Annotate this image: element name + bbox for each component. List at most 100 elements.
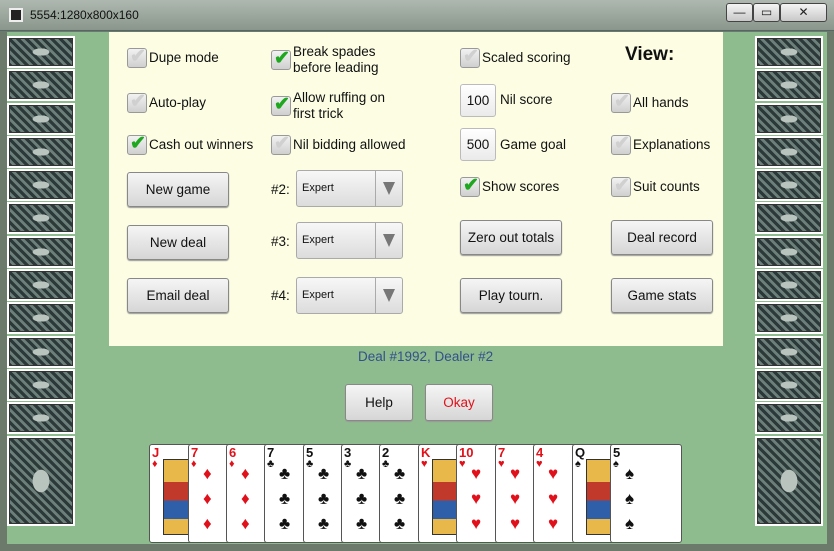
card-suit: ♦ (229, 458, 235, 470)
player-2-level: Expert (302, 182, 334, 194)
suit-pip-icon: ♣ (356, 489, 368, 508)
allow-ruffing-label-2: first trick (293, 106, 344, 121)
suit-pip-icon: ♣ (318, 489, 330, 508)
card-back (7, 36, 75, 68)
card-suit: ♣ (306, 458, 314, 470)
game-goal-label: Game goal (500, 137, 567, 152)
card-suit: ♥ (459, 458, 466, 470)
zero-out-totals-button[interactable]: Zero out totals (460, 220, 562, 255)
card-suit: ♣ (344, 458, 352, 470)
playing-card[interactable]: 5 ♠ ♠ ♠ ♠ (610, 444, 682, 543)
cash-out-checkbox[interactable]: ✔ Cash out winners (127, 133, 254, 155)
window-titlebar: 5554:1280x800x160 — ▭ ✕ (0, 0, 834, 31)
checkbox-icon: ✔ (460, 46, 480, 68)
player-hand: J ♦ 7 ♦ ♦ ♦ ♦ 6 ♦ ♦ ♦ ♦ 7 ♣ ♣ ♣ ♣ 5 ♣ ♣ ♣ ♣ 3 ♣ ♣ ♣ ♣ 2 ♣ ♣ ♣ ♣ K ♥ 10 ♥ ♥ ♥ ♥… (149, 444, 685, 543)
suit-pip-icon: ♦ (203, 489, 212, 508)
view-heading: View: (625, 44, 675, 65)
explanations-checkbox[interactable]: ✔ Explanations (611, 133, 710, 155)
card-suit: ♠ (575, 458, 581, 470)
suit-pip-icon: ♣ (318, 464, 330, 483)
suit-pip-icon: ♠ (625, 514, 635, 533)
new-deal-button[interactable]: New deal (127, 225, 229, 260)
card-back (7, 368, 75, 401)
suit-pip-icon: ♣ (394, 464, 406, 483)
deal-record-button[interactable]: Deal record (611, 220, 713, 255)
suit-pip-icon: ♥ (471, 464, 482, 483)
card-back (755, 335, 823, 368)
player-2-level-spinner[interactable]: Expert (296, 170, 403, 207)
nil-score-input[interactable]: 100 (460, 84, 496, 117)
suit-counts-checkbox[interactable]: ✔ Suit counts (611, 175, 700, 197)
face-card-art (432, 459, 458, 535)
window-title: 5554:1280x800x160 (30, 8, 139, 22)
okay-button[interactable]: Okay (425, 384, 493, 421)
cash-out-label: Cash out winners (149, 137, 254, 152)
checkbox-icon: ✔ (611, 175, 631, 197)
break-spades-label-2: before leading (293, 60, 379, 75)
checkbox-icon: ✔ (611, 91, 631, 113)
suit-pip-icon: ♥ (548, 514, 559, 533)
card-back (755, 302, 823, 335)
show-scores-checkbox[interactable]: ✔ Show scores (460, 175, 559, 197)
suit-pip-icon: ♣ (356, 464, 368, 483)
nil-bidding-checkbox[interactable]: ✔ Nil bidding allowed (271, 133, 406, 155)
player-3-level-spinner[interactable]: Expert (296, 222, 403, 259)
card-back (7, 169, 75, 202)
all-hands-label: All hands (633, 95, 689, 110)
scaled-scoring-checkbox[interactable]: ✔ Scaled scoring (460, 46, 571, 68)
new-game-button[interactable]: New game (127, 172, 229, 207)
card-back (7, 135, 75, 168)
player-2-label: #2: (271, 182, 290, 197)
player-4-level-spinner[interactable]: Expert (296, 277, 403, 314)
card-suit: ♦ (191, 458, 197, 470)
break-spades-checkbox[interactable]: ✔ Break spades before leading (271, 44, 379, 76)
card-back (7, 202, 75, 235)
player-3-label: #3: (271, 234, 290, 249)
card-back (7, 435, 75, 526)
card-suit: ♥ (536, 458, 543, 470)
dupe-mode-checkbox[interactable]: ✔ Dupe mode (127, 46, 219, 68)
options-panel: ✔ Dupe mode ✔ Auto-play ✔ Cash out winne… (109, 32, 723, 346)
card-back (7, 69, 75, 102)
card-suit: ♣ (382, 458, 390, 470)
suit-pip-icon: ♦ (241, 489, 250, 508)
player-4-label: #4: (271, 288, 290, 303)
player-3-level: Expert (302, 234, 334, 246)
suit-pip-icon: ♥ (510, 489, 521, 508)
checkbox-icon: ✔ (271, 48, 291, 70)
break-spades-label: Break spades (293, 44, 376, 59)
allow-ruffing-label: Allow ruffing on (293, 90, 386, 105)
allow-ruffing-checkbox[interactable]: ✔ Allow ruffing on first trick (271, 90, 385, 122)
right-opponent-cards (755, 36, 825, 527)
card-back (755, 102, 823, 135)
card-back (7, 235, 75, 268)
checkbox-icon: ✔ (271, 94, 291, 116)
nil-score-label: Nil score (500, 92, 553, 107)
help-button[interactable]: Help (345, 384, 413, 421)
all-hands-checkbox[interactable]: ✔ All hands (611, 91, 689, 113)
emulator-screen: ✔ Dupe mode ✔ Auto-play ✔ Cash out winne… (7, 32, 827, 544)
play-tourn-button[interactable]: Play tourn. (460, 278, 562, 313)
maximize-button[interactable]: ▭ (753, 3, 780, 22)
suit-pip-icon: ♥ (471, 489, 482, 508)
email-deal-button[interactable]: Email deal (127, 278, 229, 313)
card-back (755, 69, 823, 102)
card-suit: ♥ (498, 458, 505, 470)
card-suit: ♦ (152, 458, 158, 470)
game-stats-button[interactable]: Game stats (611, 278, 713, 313)
minimize-button[interactable]: — (726, 3, 753, 22)
deal-info: Deal #1992, Dealer #2 (358, 349, 494, 364)
close-button[interactable]: ✕ (780, 3, 827, 22)
card-back (755, 135, 823, 168)
suit-pip-icon: ♥ (510, 464, 521, 483)
suit-pip-icon: ♦ (203, 514, 212, 533)
card-back (7, 335, 75, 368)
suit-pip-icon: ♥ (471, 514, 482, 533)
game-goal-input[interactable]: 500 (460, 128, 496, 161)
auto-play-checkbox[interactable]: ✔ Auto-play (127, 91, 207, 113)
suit-pip-icon: ♥ (548, 464, 559, 483)
suit-pip-icon: ♣ (356, 514, 368, 533)
auto-play-label: Auto-play (149, 95, 207, 110)
dropdown-arrow-icon (375, 171, 402, 206)
suit-pip-icon: ♦ (203, 464, 212, 483)
